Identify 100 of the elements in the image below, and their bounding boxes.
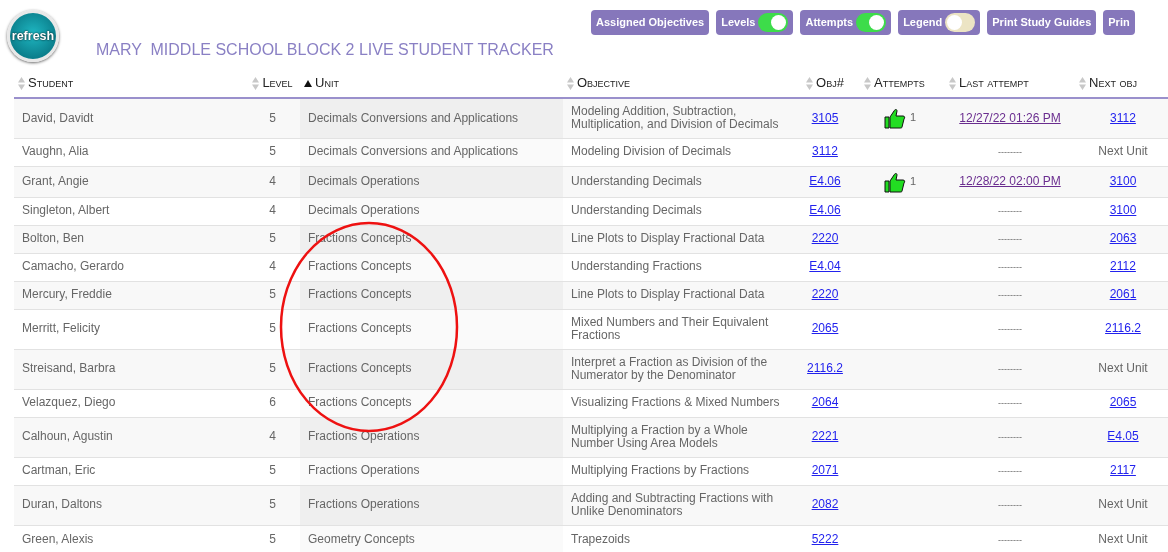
- level-value: 5: [269, 361, 276, 376]
- objective-link[interactable]: 3105: [811, 110, 839, 125]
- column-header[interactable]: Next obj: [1089, 74, 1137, 90]
- last-attempt-text: --------: [998, 364, 1022, 375]
- column-header[interactable]: Obj#: [816, 74, 844, 90]
- unit-name: Fractions Concepts: [308, 321, 412, 336]
- objective-link[interactable]: 5222: [811, 531, 839, 546]
- toolbar-button[interactable]: Assigned Objectives: [591, 10, 710, 35]
- last-attempt-text: --------: [998, 206, 1022, 217]
- student-name: Vaughn, Alia: [22, 144, 89, 159]
- level-value: 5: [269, 321, 276, 336]
- student-name: Velazquez, Diego: [22, 395, 116, 410]
- next-objective-link[interactable]: 3100: [1109, 173, 1137, 188]
- page-title: MARY MIDDLE SCHOOL BLOCK 2 LIVE STUDENT TRACKER: [96, 40, 554, 60]
- student-name: Calhoun, Agustin: [22, 429, 113, 444]
- last-attempt-text: --------: [998, 147, 1022, 158]
- student-name: David, Davidt: [22, 110, 94, 125]
- objective-text: Modeling Division of Decimals: [571, 144, 732, 159]
- unit-name: Decimals Operations: [308, 203, 420, 218]
- objective-link[interactable]: 2116.2: [807, 361, 843, 376]
- objective-link[interactable]: 2071: [811, 463, 839, 478]
- last-attempt-text: --------: [998, 234, 1022, 245]
- student-name: Duran, Daltons: [22, 497, 103, 512]
- last-attempt-text: --------: [998, 262, 1022, 273]
- next-objective-link[interactable]: 2116.2: [1105, 321, 1141, 336]
- objective-text: Multiplying a Fraction by a Whole Number Using Area Models: [571, 422, 748, 450]
- unit-name: Fractions Concepts: [308, 287, 412, 302]
- objective-text: Adding and Subtracting Fractions with Unlike Denominators: [571, 490, 774, 518]
- objective-link[interactable]: 2221: [811, 429, 839, 444]
- next-objective-link[interactable]: 3112: [1110, 110, 1136, 125]
- student-name: Streisand, Barbra: [22, 361, 116, 376]
- last-attempt-text: --------: [998, 324, 1022, 335]
- toggle-button[interactable]: Levels: [716, 10, 794, 35]
- student-name: Camacho, Gerardo: [22, 259, 125, 274]
- attempt-count: 1: [910, 174, 917, 187]
- unit-name: Fractions Concepts: [308, 259, 412, 274]
- last-attempt-text: --------: [998, 398, 1022, 409]
- objective-text: Line Plots to Display Fractional Data: [571, 287, 765, 302]
- next-objective-link[interactable]: 2061: [1109, 287, 1137, 302]
- student-name: Mercury, Freddie: [22, 287, 112, 302]
- objective-link[interactable]: E4.06: [809, 203, 841, 218]
- level-value: 4: [269, 203, 276, 218]
- objective-text: Multiplying Fractions by Fractions: [571, 463, 750, 478]
- attempt-count: 1: [910, 111, 917, 124]
- toggle-switch[interactable]: [856, 13, 887, 32]
- objective-link[interactable]: 2065: [811, 321, 839, 336]
- objective-text: Interpret a Fraction as Division of the Numerator by the Denominator: [571, 354, 768, 382]
- column-header[interactable]: Level: [262, 74, 293, 90]
- level-value: 4: [269, 173, 276, 188]
- objective-link[interactable]: 3112: [812, 144, 838, 159]
- next-objective-link[interactable]: E4.05: [1107, 429, 1139, 444]
- next-objective-link[interactable]: 2117: [1110, 463, 1136, 478]
- column-header[interactable]: Unit: [315, 74, 339, 90]
- objective-text: Understanding Decimals: [571, 203, 702, 218]
- level-value: 6: [269, 395, 276, 410]
- toggle-switch[interactable]: [945, 13, 976, 32]
- toggle-button[interactable]: Attempts: [800, 10, 892, 35]
- column-header[interactable]: Objective: [577, 74, 631, 90]
- next-objective-link[interactable]: 3100: [1109, 203, 1137, 218]
- last-attempt-text: --------: [998, 432, 1022, 443]
- toolbar-button[interactable]: Prin: [1103, 10, 1135, 35]
- column-header[interactable]: Last attempt: [959, 74, 1029, 90]
- toggle-button[interactable]: Legend: [898, 10, 981, 35]
- objective-text: Visualizing Fractions & Mixed Numbers: [571, 395, 780, 410]
- objective-link[interactable]: E4.04: [809, 259, 841, 274]
- toolbar-button[interactable]: Print Study Guides: [987, 10, 1097, 35]
- objective-text: Modeling Addition, Subtraction, Multiplication, and Division of Decimals: [571, 104, 779, 132]
- thumbs-up-icon: [884, 170, 906, 193]
- toggle-switch[interactable]: [758, 13, 789, 32]
- unit-name: Decimals Conversions and Applications: [308, 110, 519, 125]
- unit-name: Decimals Conversions and Applications: [308, 144, 519, 159]
- objective-text: Trapezoids: [571, 531, 630, 546]
- next-objective-link[interactable]: 2063: [1109, 231, 1137, 246]
- next-objective-text: Next Unit: [1098, 531, 1148, 546]
- objective-link[interactable]: 2082: [811, 497, 839, 512]
- student-name: Cartman, Eric: [22, 463, 96, 478]
- level-value: 5: [269, 144, 276, 159]
- column-header[interactable]: Student: [28, 74, 74, 90]
- level-value: 5: [269, 463, 276, 478]
- level-value: 5: [269, 287, 276, 302]
- next-objective-link[interactable]: 2112: [1110, 259, 1136, 274]
- next-objective-link[interactable]: 2065: [1109, 395, 1137, 410]
- unit-name: Fractions Concepts: [308, 395, 412, 410]
- student-name: Bolton, Ben: [22, 231, 85, 246]
- level-value: 4: [269, 429, 276, 444]
- objective-link[interactable]: 2064: [811, 395, 839, 410]
- unit-name: Fractions Concepts: [308, 361, 412, 376]
- column-header[interactable]: Attempts: [874, 74, 925, 90]
- thumbs-up-icon: [884, 107, 906, 130]
- objective-text: Line Plots to Display Fractional Data: [571, 231, 765, 246]
- objective-text: Mixed Numbers and Their Equivalent Fractions: [571, 314, 769, 342]
- last-attempt-text: --------: [998, 534, 1022, 545]
- student-name: Green, Alexis: [22, 531, 94, 546]
- unit-name: Decimals Operations: [308, 173, 420, 188]
- next-objective-text: Next Unit: [1098, 144, 1148, 159]
- unit-name: Fractions Operations: [308, 463, 420, 478]
- objective-text: Understanding Decimals: [571, 173, 702, 188]
- next-objective-text: Next Unit: [1098, 361, 1148, 376]
- level-value: 5: [269, 531, 276, 546]
- objective-text: Understanding Fractions: [571, 259, 702, 274]
